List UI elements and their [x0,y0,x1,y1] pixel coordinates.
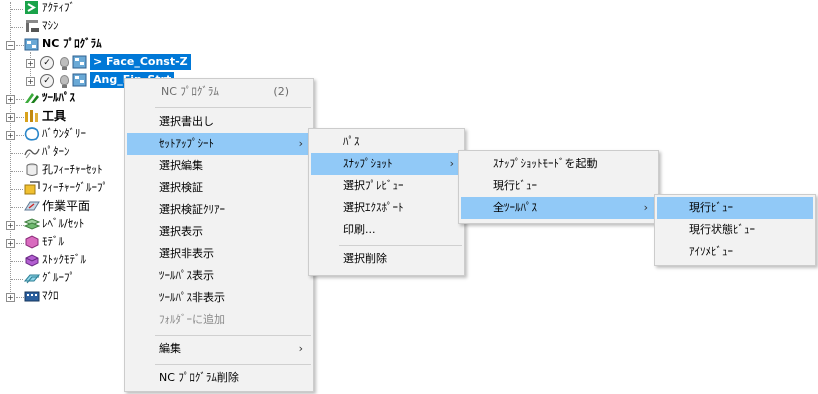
menu-header-count: (2) [273,85,289,98]
machine-icon [26,20,39,32]
tree-item-face-const-z[interactable]: > Face_Const-Z [90,54,191,70]
tree-item-model[interactable]: ﾓﾃﾞﾙ [42,234,64,250]
menu-item-clear-verify-selected[interactable]: 選択検証ｸﾘｱｰ [127,199,311,221]
chevron-right-icon: › [298,137,303,150]
chevron-right-icon: › [643,201,648,214]
nc-program-icon [24,38,39,51]
collapse-nc-program-icon[interactable]: − [6,41,15,50]
chevron-right-icon: › [298,342,303,355]
menu-item-hide-toolpath[interactable]: ﾂｰﾙﾊﾟｽ非表示 [127,287,311,309]
menu-item-preview-selected[interactable]: 選択ﾌﾟﾚﾋﾞｭｰ [311,175,462,197]
check-icon: ✓ [40,74,54,88]
menu-header: NC ﾌﾟﾛｸﾞﾗﾑ (2) [127,81,311,103]
tree-item-toolpath[interactable]: ﾂｰﾙﾊﾟｽ [42,90,75,106]
lightbulb-icon[interactable] [60,75,69,88]
nc-file-icon [72,55,87,69]
menu-item-current-state-view[interactable]: 現行状態ﾋﾞｭｰ [657,219,813,241]
group-icon [24,274,40,284]
menu-item-setup-sheet-label: ｾｯﾄｱｯﾌﾟｼｰﾄ [159,137,214,150]
tree-item-nc-program[interactable]: NC ﾌﾟﾛｸﾞﾗﾑ [42,36,102,52]
nc-file-icon [72,73,87,87]
expand-toolpath-icon[interactable]: + [6,95,15,104]
tree-item-machine[interactable]: ﾏｼﾝ [42,18,59,34]
expand-ang-fin-strt-icon[interactable]: + [26,77,35,86]
expand-level-set-icon[interactable]: + [6,221,15,230]
menu-item-hide-selected[interactable]: 選択非表示 [127,243,311,265]
expand-boundary-icon[interactable]: + [6,131,15,140]
tree-item-pattern[interactable]: ﾊﾟﾀｰﾝ [42,144,70,160]
menu-item-snapshot[interactable]: ｽﾅｯﾌﾟｼｮｯﾄ › [311,153,462,175]
toolpath-icon [25,93,39,103]
menu-item-export-selected[interactable]: 選択書出し [127,111,311,133]
stock-model-icon [25,254,39,267]
menu-item-all-toolpaths-label: 全ﾂｰﾙﾊﾟｽ [493,201,537,214]
macro-icon [24,291,40,302]
active-arrow-icon [25,1,38,14]
menu-item-edit-label: 編集 [159,342,181,355]
model-icon [25,235,39,249]
level-set-icon [24,218,40,230]
expand-model-icon[interactable]: + [6,239,15,248]
tree-item-feature-group[interactable]: ﾌｨｰﾁｬｰｸﾞﾙｰﾌﾟ [42,180,108,196]
menu-item-edit[interactable]: 編集 › [127,338,311,360]
feature-group-icon [24,181,40,195]
tree-item-stock-model[interactable]: ｽﾄｯｸﾓﾃﾞﾙ [42,252,86,268]
menu-item-path[interactable]: ﾊﾟｽ [311,131,462,153]
menu-item-show-toolpath[interactable]: ﾂｰﾙﾊﾟｽ表示 [127,265,311,287]
setup-sheet-submenu: ﾊﾟｽ ｽﾅｯﾌﾟｼｮｯﾄ › 選択ﾌﾟﾚﾋﾞｭｰ 選択ｴｸｽﾎﾟｰﾄ 印刷..… [308,128,465,276]
tree-item-level-set[interactable]: ﾚﾍﾞﾙ/ｾｯﾄ [42,216,84,232]
menu-item-export-setup-selected[interactable]: 選択ｴｸｽﾎﾟｰﾄ [311,197,462,219]
menu-item-edit-selected[interactable]: 選択編集 [127,155,311,177]
tree-item-boundary[interactable]: ﾊﾞｳﾝﾀﾞﾘｰ [42,126,86,142]
tree-item-active[interactable]: ｱｸﾃｨﾌﾞ [42,0,75,16]
snapshot-submenu: ｽﾅｯﾌﾟｼｮｯﾄﾓｰﾄﾞを起動 現行ﾋﾞｭｰ 全ﾂｰﾙﾊﾟｽ › [458,150,659,224]
menu-item-verify-selected[interactable]: 選択検証 [127,177,311,199]
tree-item-workplane[interactable]: 作業平面 [42,198,90,214]
menu-header-label: NC ﾌﾟﾛｸﾞﾗﾑ [161,85,219,98]
tree-item-group[interactable]: ｸﾞﾙｰﾌﾟ [42,270,75,286]
chevron-right-icon: › [449,157,454,170]
menu-item-start-snapshot-mode[interactable]: ｽﾅｯﾌﾟｼｮｯﾄﾓｰﾄﾞを起動 [461,153,656,175]
lightbulb-icon[interactable] [60,57,69,70]
menu-item-snapshot-label: ｽﾅｯﾌﾟｼｮｯﾄ [343,157,393,170]
workplane-icon [24,201,40,211]
menu-item-add-to-folder[interactable]: ﾌｫﾙﾀﾞｰに追加 [127,309,311,331]
menu-item-iso-view[interactable]: ｱｲｿﾒﾋﾞｭｰ [657,241,813,263]
menu-item-delete-nc-program[interactable]: NC ﾌﾟﾛｸﾞﾗﾑ削除 [127,367,311,389]
tool-icon [25,110,38,122]
menu-item-all-toolpaths[interactable]: 全ﾂｰﾙﾊﾟｽ › [461,197,656,219]
tree-item-hole-feature-set[interactable]: 孔ﾌｨｰﾁｬｰｾｯﾄ [42,162,103,178]
menu-item-current-view[interactable]: 現行ﾋﾞｭｰ [461,175,656,197]
tree-item-macro[interactable]: ﾏｸﾛ [42,288,59,304]
menu-item-setup-sheet[interactable]: ｾｯﾄｱｯﾌﾟｼｰﾄ › [127,133,311,155]
expand-face-const-z-icon[interactable]: + [26,59,35,68]
pattern-icon [24,148,40,159]
menu-item-show-selected[interactable]: 選択表示 [127,221,311,243]
all-toolpaths-submenu: 現行ﾋﾞｭｰ 現行状態ﾋﾞｭｰ ｱｲｿﾒﾋﾞｭｰ [654,194,816,266]
expand-macro-icon[interactable]: + [6,293,15,302]
hole-feature-icon [26,163,38,176]
boundary-icon [24,127,40,141]
menu-item-all-current-view[interactable]: 現行ﾋﾞｭｰ [657,197,813,219]
expand-tools-icon[interactable]: + [6,113,15,122]
check-icon: ✓ [40,56,54,70]
context-menu: NC ﾌﾟﾛｸﾞﾗﾑ (2) 選択書出し ｾｯﾄｱｯﾌﾟｼｰﾄ › 選択編集 選… [124,78,314,392]
menu-item-delete-selected[interactable]: 選択削除 [311,248,462,270]
tree-item-tools[interactable]: 工具 [42,108,66,124]
menu-item-print[interactable]: 印刷... [311,219,462,241]
